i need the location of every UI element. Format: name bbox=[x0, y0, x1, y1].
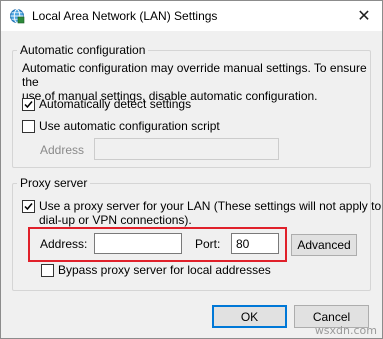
auto-script-row[interactable]: Use automatic configuration script bbox=[22, 119, 220, 133]
proxy-port-input[interactable] bbox=[231, 233, 279, 254]
auto-script-checkbox[interactable] bbox=[22, 120, 35, 133]
auto-detect-row[interactable]: Automatically detect settings bbox=[22, 97, 191, 111]
watermark-text: wsxdn.com bbox=[314, 324, 377, 337]
window-title: Local Area Network (LAN) Settings bbox=[32, 9, 218, 23]
proxy-address-label: Address: bbox=[40, 237, 88, 251]
auto-detect-label: Automatically detect settings bbox=[39, 97, 192, 111]
auto-script-address-input[interactable] bbox=[94, 138, 279, 160]
auto-script-label: Use automatic configuration script bbox=[39, 119, 220, 133]
checkmark-icon bbox=[24, 101, 33, 109]
checkmark-icon bbox=[24, 203, 33, 211]
ok-button[interactable]: OK bbox=[212, 305, 287, 328]
close-icon: ✕ bbox=[357, 8, 371, 25]
advanced-button[interactable]: Advanced bbox=[291, 234, 357, 256]
bypass-row[interactable]: Bypass proxy server for local addresses bbox=[41, 263, 271, 277]
use-proxy-row[interactable]: Use a proxy server for your LAN (These s… bbox=[22, 199, 381, 227]
use-proxy-checkbox[interactable] bbox=[22, 200, 35, 213]
auto-script-address-label: Address bbox=[40, 143, 85, 157]
proxy-server-legend: Proxy server bbox=[17, 176, 91, 190]
automatic-configuration-group: Automatic configuration Automatic config… bbox=[12, 43, 371, 168]
auto-detect-checkbox[interactable] bbox=[22, 98, 35, 111]
proxy-address-input[interactable] bbox=[94, 233, 182, 254]
use-proxy-label: Use a proxy server for your LAN (These s… bbox=[39, 199, 382, 227]
network-globe-icon bbox=[9, 8, 25, 24]
bypass-local-label: Bypass proxy server for local addresses bbox=[58, 263, 271, 277]
title-bar: Local Area Network (LAN) Settings ✕ bbox=[1, 1, 382, 31]
proxy-port-label: Port: bbox=[195, 237, 221, 251]
lan-settings-dialog: Local Area Network (LAN) Settings ✕ Auto… bbox=[0, 0, 383, 339]
dialog-body: Automatic configuration Automatic config… bbox=[1, 31, 382, 338]
automatic-configuration-legend: Automatic configuration bbox=[17, 43, 149, 57]
bypass-local-checkbox[interactable] bbox=[41, 264, 54, 277]
close-button[interactable]: ✕ bbox=[346, 1, 382, 31]
